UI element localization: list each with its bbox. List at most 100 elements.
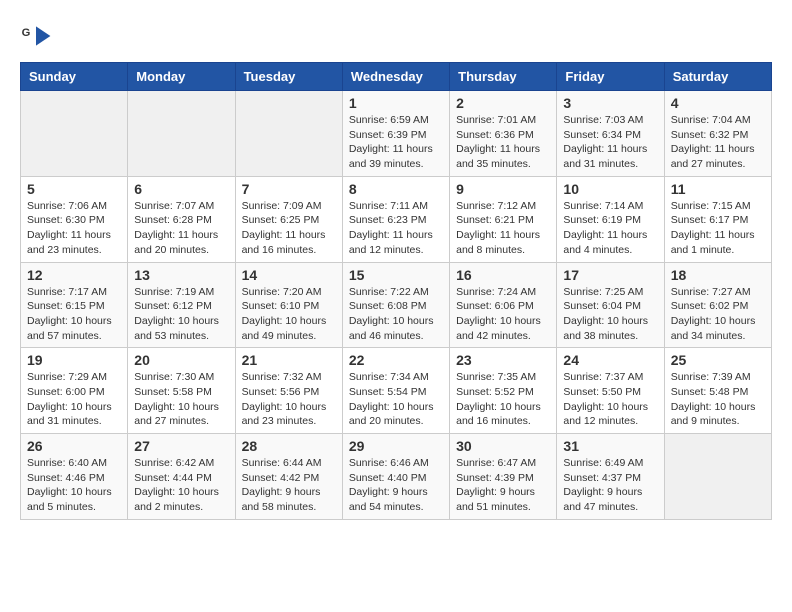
day-info: Sunrise: 7:07 AMSunset: 6:28 PMDaylight:… [134,199,228,258]
calendar-cell [235,91,342,177]
calendar-cell: 28 Sunrise: 6:44 AMSunset: 4:42 PMDayligh… [235,434,342,520]
week-row-4: 26 Sunrise: 6:40 AMSunset: 4:46 PMDayligh… [21,434,772,520]
day-info: Sunrise: 7:37 AMSunset: 5:50 PMDaylight:… [563,370,657,429]
day-number: 14 [242,267,336,283]
day-info: Sunrise: 7:29 AMSunset: 6:00 PMDaylight:… [27,370,121,429]
page-header: G [20,20,772,52]
day-number: 6 [134,181,228,197]
calendar-cell [128,91,235,177]
week-row-1: 5Sunrise: 7:06 AMSunset: 6:30 PMDaylight… [21,176,772,262]
calendar-cell: 21Sunrise: 7:32 AMSunset: 5:56 PMDayligh… [235,348,342,434]
header-row: SundayMondayTuesdayWednesdayThursdayFrid… [21,63,772,91]
day-number: 10 [563,181,657,197]
week-row-3: 19 Sunrise: 7:29 AMSunset: 6:00 PMDayligh… [21,348,772,434]
header-saturday: Saturday [664,63,771,91]
week-row-0: 1 Sunrise: 6:59 AMSunset: 6:39 PMDaylight… [21,91,772,177]
day-info: Sunrise: 7:14 AMSunset: 6:19 PMDaylight:… [563,199,657,258]
calendar-cell: 11Sunrise: 7:15 AMSunset: 6:17 PMDayligh… [664,176,771,262]
day-number: 4 [671,95,765,111]
day-info: Sunrise: 6:59 AMSunset: 6:39 PMDaylight:… [349,113,443,172]
calendar-cell: 30 Sunrise: 6:47 AMSunset: 4:39 PMDayligh… [450,434,557,520]
calendar-cell: 31 Sunrise: 6:49 AMSunset: 4:37 PMDayligh… [557,434,664,520]
header-thursday: Thursday [450,63,557,91]
day-number: 18 [671,267,765,283]
day-info: Sunrise: 7:22 AMSunset: 6:08 PMDaylight:… [349,285,443,344]
day-number: 12 [27,267,121,283]
calendar-cell: 16Sunrise: 7:24 AMSunset: 6:06 PMDayligh… [450,262,557,348]
day-number: 28 [242,438,336,454]
calendar-cell: 6 Sunrise: 7:07 AMSunset: 6:28 PMDaylight… [128,176,235,262]
calendar-cell: 13 Sunrise: 7:19 AMSunset: 6:12 PMDayligh… [128,262,235,348]
header-wednesday: Wednesday [342,63,449,91]
calendar-cell: 19 Sunrise: 7:29 AMSunset: 6:00 PMDayligh… [21,348,128,434]
day-number: 5 [27,181,121,197]
day-number: 19 [27,352,121,368]
day-number: 24 [563,352,657,368]
calendar-cell: 24 Sunrise: 7:37 AMSunset: 5:50 PMDayligh… [557,348,664,434]
day-info: Sunrise: 7:17 AMSunset: 6:15 PMDaylight:… [27,285,121,344]
day-info: Sunrise: 6:40 AMSunset: 4:46 PMDaylight:… [27,456,121,515]
day-number: 26 [27,438,121,454]
day-info: Sunrise: 7:15 AMSunset: 6:17 PMDaylight:… [671,199,765,258]
day-number: 17 [563,267,657,283]
calendar-cell: 9 Sunrise: 7:12 AMSunset: 6:21 PMDaylight… [450,176,557,262]
day-info: Sunrise: 7:35 AMSunset: 5:52 PMDaylight:… [456,370,550,429]
day-info: Sunrise: 7:34 AMSunset: 5:54 PMDaylight:… [349,370,443,429]
day-info: Sunrise: 7:25 AMSunset: 6:04 PMDaylight:… [563,285,657,344]
day-info: Sunrise: 7:12 AMSunset: 6:21 PMDaylight:… [456,199,550,258]
calendar-cell: 14Sunrise: 7:20 AMSunset: 6:10 PMDayligh… [235,262,342,348]
calendar-cell: 5Sunrise: 7:06 AMSunset: 6:30 PMDaylight… [21,176,128,262]
header-sunday: Sunday [21,63,128,91]
day-number: 7 [242,181,336,197]
day-number: 21 [242,352,336,368]
day-number: 31 [563,438,657,454]
calendar-cell: 10 Sunrise: 7:14 AMSunset: 6:19 PMDayligh… [557,176,664,262]
week-row-2: 12 Sunrise: 7:17 AMSunset: 6:15 PMDayligh… [21,262,772,348]
calendar-cell: 22 Sunrise: 7:34 AMSunset: 5:54 PMDayligh… [342,348,449,434]
calendar-cell: 17 Sunrise: 7:25 AMSunset: 6:04 PMDayligh… [557,262,664,348]
day-number: 22 [349,352,443,368]
day-number: 27 [134,438,228,454]
day-info: Sunrise: 7:09 AMSunset: 6:25 PMDaylight:… [242,199,336,258]
logo: G [20,20,54,52]
day-info: Sunrise: 7:19 AMSunset: 6:12 PMDaylight:… [134,285,228,344]
day-number: 23 [456,352,550,368]
day-number: 1 [349,95,443,111]
svg-text:G: G [22,27,31,39]
day-number: 2 [456,95,550,111]
day-info: Sunrise: 6:44 AMSunset: 4:42 PMDaylight:… [242,456,336,515]
header-tuesday: Tuesday [235,63,342,91]
calendar-cell: 12 Sunrise: 7:17 AMSunset: 6:15 PMDayligh… [21,262,128,348]
day-number: 13 [134,267,228,283]
day-number: 15 [349,267,443,283]
day-number: 16 [456,267,550,283]
calendar-cell: 29Sunrise: 6:46 AMSunset: 4:40 PMDayligh… [342,434,449,520]
header-monday: Monday [128,63,235,91]
day-info: Sunrise: 6:49 AMSunset: 4:37 PMDaylight:… [563,456,657,515]
day-info: Sunrise: 7:30 AMSunset: 5:58 PMDaylight:… [134,370,228,429]
day-number: 25 [671,352,765,368]
day-info: Sunrise: 6:46 AMSunset: 4:40 PMDaylight:… [349,456,443,515]
day-number: 9 [456,181,550,197]
logo-icon: G [20,20,52,52]
day-info: Sunrise: 6:42 AMSunset: 4:44 PMDaylight:… [134,456,228,515]
day-number: 8 [349,181,443,197]
day-number: 30 [456,438,550,454]
calendar-table: SundayMondayTuesdayWednesdayThursdayFrid… [20,62,772,520]
calendar-cell: 2Sunrise: 7:01 AMSunset: 6:36 PMDaylight… [450,91,557,177]
day-info: Sunrise: 6:47 AMSunset: 4:39 PMDaylight:… [456,456,550,515]
calendar-cell: 20Sunrise: 7:30 AMSunset: 5:58 PMDayligh… [128,348,235,434]
calendar-cell [664,434,771,520]
calendar-cell: 18 Sunrise: 7:27 AMSunset: 6:02 PMDayligh… [664,262,771,348]
calendar-cell: 25 Sunrise: 7:39 AMSunset: 5:48 PMDayligh… [664,348,771,434]
calendar-cell: 3Sunrise: 7:03 AMSunset: 6:34 PMDaylight… [557,91,664,177]
calendar-cell: 7 Sunrise: 7:09 AMSunset: 6:25 PMDaylight… [235,176,342,262]
day-info: Sunrise: 7:11 AMSunset: 6:23 PMDaylight:… [349,199,443,258]
header-friday: Friday [557,63,664,91]
day-info: Sunrise: 7:39 AMSunset: 5:48 PMDaylight:… [671,370,765,429]
calendar-cell [21,91,128,177]
calendar-cell: 15 Sunrise: 7:22 AMSunset: 6:08 PMDayligh… [342,262,449,348]
calendar-cell: 1 Sunrise: 6:59 AMSunset: 6:39 PMDaylight… [342,91,449,177]
day-info: Sunrise: 7:27 AMSunset: 6:02 PMDaylight:… [671,285,765,344]
day-info: Sunrise: 7:04 AMSunset: 6:32 PMDaylight:… [671,113,765,172]
